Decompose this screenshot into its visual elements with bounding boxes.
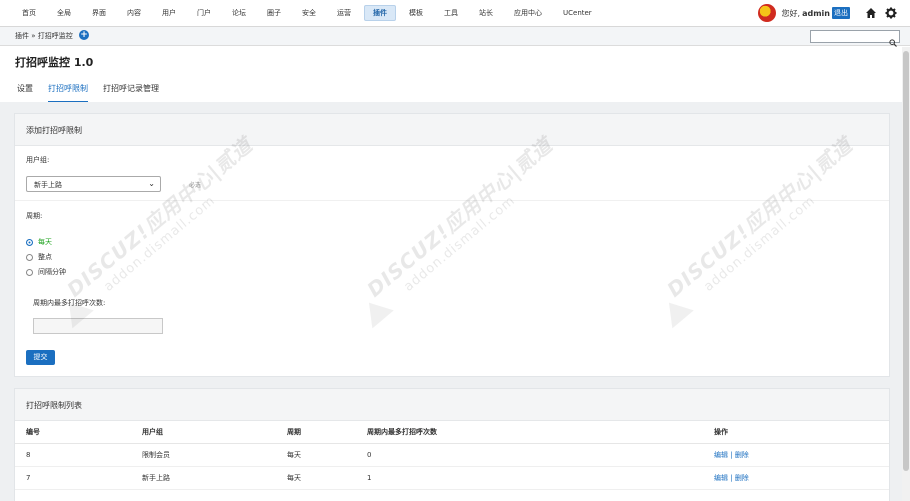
- search-icon[interactable]: [889, 32, 897, 51]
- username: admin: [802, 8, 830, 18]
- chevron-down-icon: ⌄: [148, 179, 155, 188]
- tab-settings[interactable]: 设置: [17, 83, 33, 103]
- limit-table: 编号 用户组 周期 周期内最多打招呼次数 操作 8 限制会员 每天 0 编辑 |…: [15, 421, 889, 490]
- period-option-label: 间隔分钟: [38, 268, 66, 276]
- cell-period: 每天: [276, 443, 356, 467]
- cell-group: 限制会员: [131, 443, 276, 467]
- nav-item-style[interactable]: 界面: [84, 5, 114, 21]
- nav-item-app-center[interactable]: 应用中心: [506, 5, 550, 21]
- greeting-text: 您好,: [781, 8, 801, 18]
- home-icon[interactable]: [864, 6, 878, 20]
- edit-link[interactable]: 编辑: [714, 451, 728, 459]
- table-row: 7 新手上路 每天 1 编辑 | 删除: [15, 466, 889, 490]
- delete-link[interactable]: 删除: [735, 451, 749, 459]
- page-title: 打招呼监控 1.0: [15, 56, 94, 69]
- nav-item-forum[interactable]: 论坛: [224, 5, 254, 21]
- table-row: 8 限制会员 每天 0 编辑 | 删除: [15, 443, 889, 467]
- radio-icon: [26, 268, 33, 276]
- cell-id: 7: [15, 466, 131, 490]
- divider: [15, 200, 889, 201]
- period-option-hourly[interactable]: 整点: [26, 252, 52, 262]
- cell-period: 每天: [276, 466, 356, 490]
- column-header-count: 周期内最多打招呼次数: [356, 421, 703, 444]
- gear-icon[interactable]: [884, 6, 898, 20]
- user-area: 您好, admin 退出: [757, 4, 898, 22]
- period-option-label: 整点: [38, 253, 52, 261]
- nav-item-user[interactable]: 用户: [154, 5, 184, 21]
- column-header-group: 用户组: [131, 421, 276, 444]
- limit-list-header: 打招呼限制列表: [15, 389, 889, 421]
- scrollbar-thumb[interactable]: [903, 51, 909, 471]
- required-hint: 必选: [189, 182, 202, 189]
- action-separator: |: [728, 473, 735, 482]
- column-header-period: 周期: [276, 421, 356, 444]
- period-option-interval[interactable]: 间隔分钟: [26, 267, 66, 277]
- nav-item-portal[interactable]: 门户: [189, 5, 219, 21]
- period-option-label: 每天: [38, 238, 52, 246]
- logout-button[interactable]: 退出: [832, 7, 850, 19]
- tab-greeting-records[interactable]: 打招呼记录管理: [103, 83, 159, 103]
- top-navigation: 首页 全局 界面 内容 用户 门户 论坛 圈子 安全 运营 插件 模板 工具 站…: [0, 0, 910, 27]
- table-header-row: 编号 用户组 周期 周期内最多打招呼次数 操作: [15, 421, 889, 444]
- cell-group: 新手上路: [131, 466, 276, 490]
- cell-actions: 编辑 | 删除: [703, 466, 889, 490]
- column-header-id: 编号: [15, 421, 131, 444]
- nav-item-group[interactable]: 圈子: [259, 5, 289, 21]
- limit-list-card: 打招呼限制列表 编号 用户组 周期 周期内最多打招呼次数 操作 8 限制会员 每…: [14, 388, 890, 501]
- add-limit-header: 添加打招呼限制: [15, 114, 889, 146]
- nav-item-founder[interactable]: 站长: [471, 5, 501, 21]
- nav-item-safe[interactable]: 安全: [294, 5, 324, 21]
- action-separator: |: [728, 450, 735, 459]
- column-header-actions: 操作: [703, 421, 889, 444]
- nav-item-template[interactable]: 模板: [401, 5, 431, 21]
- breadcrumb: 插件 » 打招呼监控: [15, 32, 73, 40]
- user-group-select[interactable]: 新手上路 ⌄: [26, 176, 161, 192]
- cell-actions: 编辑 | 删除: [703, 443, 889, 467]
- cell-count: 1: [356, 466, 703, 490]
- radio-selected-icon: [26, 238, 33, 246]
- nav-item-global[interactable]: 全局: [49, 5, 79, 21]
- period-option-daily[interactable]: 每天: [26, 237, 52, 247]
- period-label: 周期:: [26, 212, 43, 220]
- cell-count: 0: [356, 443, 703, 467]
- add-shortcut-icon[interactable]: +: [79, 30, 89, 40]
- tab-greeting-limit[interactable]: 打招呼限制: [48, 83, 88, 103]
- nav-item-content[interactable]: 内容: [119, 5, 149, 21]
- nav-item-home[interactable]: 首页: [14, 5, 44, 21]
- search-input[interactable]: [810, 30, 900, 47]
- edit-link[interactable]: 编辑: [714, 474, 728, 482]
- app-logo-icon[interactable]: [757, 4, 776, 22]
- nav-item-plugin[interactable]: 插件: [364, 5, 396, 21]
- nav-item-operation[interactable]: 运营: [329, 5, 359, 21]
- breadcrumb-bar: 插件 » 打招呼监控 +: [0, 27, 910, 47]
- submit-button[interactable]: 提交: [26, 350, 55, 365]
- nav-item-tools[interactable]: 工具: [436, 5, 466, 21]
- add-limit-card: 添加打招呼限制 用户组: 新手上路 ⌄ 必选 周期: 每天 整点 间隔分钟 周期…: [14, 113, 890, 377]
- vertical-scrollbar[interactable]: [902, 47, 910, 501]
- main-menu: 首页 全局 界面 内容 用户 门户 论坛 圈子 安全 运营 插件 模板 工具 站…: [14, 5, 605, 21]
- user-group-label: 用户组:: [26, 156, 50, 164]
- user-group-value: 新手上路: [34, 181, 62, 189]
- max-count-input[interactable]: [33, 318, 163, 334]
- radio-icon: [26, 253, 33, 261]
- tab-bar: 设置 打招呼限制 打招呼记录管理: [17, 83, 174, 103]
- nav-item-ucenter[interactable]: UCenter: [555, 5, 600, 21]
- cell-id: 8: [15, 443, 131, 467]
- delete-link[interactable]: 删除: [735, 474, 749, 482]
